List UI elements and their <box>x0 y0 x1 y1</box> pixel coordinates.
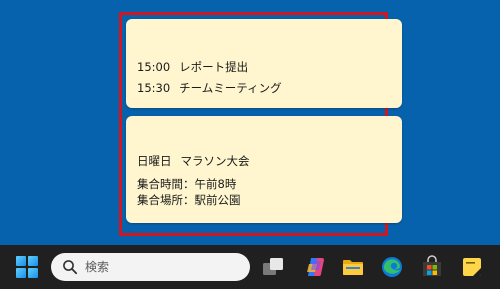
copilot-icon[interactable] <box>303 255 327 279</box>
note-line: 集合場所：駅前公園 <box>137 193 241 207</box>
note-day: 日曜日 <box>137 154 172 168</box>
microsoft-store-icon[interactable] <box>420 255 444 279</box>
note-time: 15:00 <box>137 60 171 74</box>
search-input[interactable]: 検索 <box>51 253 250 281</box>
note-text: チームミーティング <box>179 81 282 95</box>
search-placeholder: 検索 <box>85 260 110 274</box>
search-icon <box>63 260 78 275</box>
edge-icon[interactable] <box>380 255 404 279</box>
note-line: 15:00 レポート提出 <box>137 60 248 74</box>
file-explorer-icon[interactable] <box>341 255 365 279</box>
taskbar: 検索 <box>0 245 500 289</box>
note-line: 集合時間：午前8時 <box>137 177 237 191</box>
sticky-notes-icon[interactable] <box>460 255 484 279</box>
note-text: マラソン大会 <box>180 154 250 168</box>
note-line: 日曜日 マラソン大会 <box>137 154 250 168</box>
note-line: 15:30 チームミーティング <box>137 81 282 95</box>
start-icon[interactable] <box>16 256 38 278</box>
note-text: レポート提出 <box>179 60 249 74</box>
sticky-note-schedule[interactable]: 15:00 レポート提出 15:30 チームミーティング <box>126 19 402 108</box>
note-time: 15:30 <box>137 81 171 95</box>
task-view-icon[interactable] <box>261 255 285 279</box>
sticky-note-marathon[interactable]: 日曜日 マラソン大会 集合時間：午前8時 集合場所：駅前公園 <box>126 116 402 223</box>
